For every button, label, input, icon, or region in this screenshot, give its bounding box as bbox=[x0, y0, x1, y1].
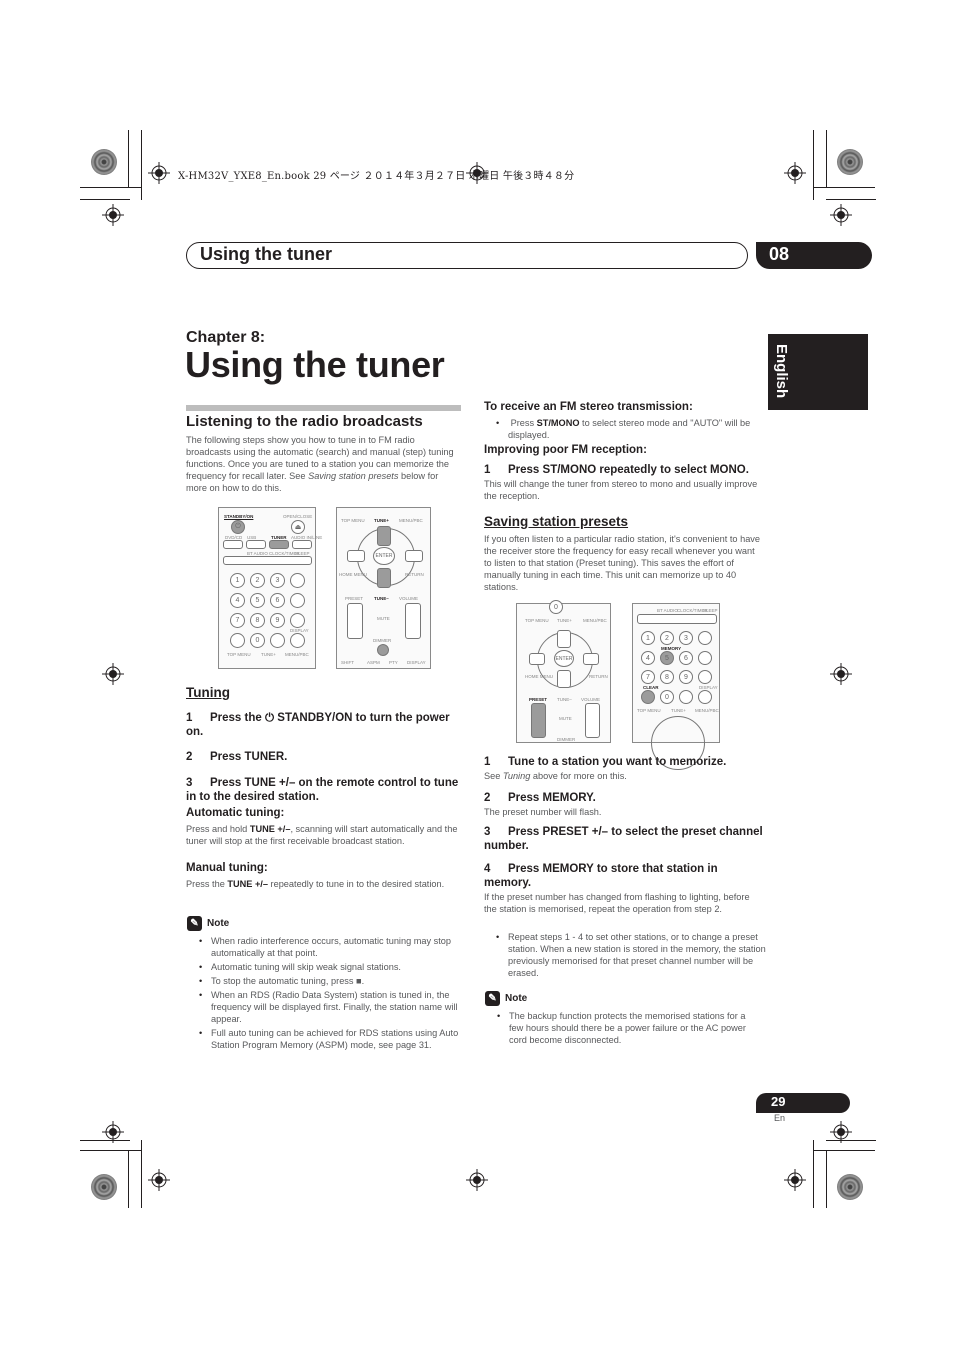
pencil-note-icon: ✎ bbox=[187, 916, 202, 931]
poor-reception-step-1: 1 Press ST/MONO repeatedly to select MONO… bbox=[484, 464, 749, 476]
registration-mark-icon bbox=[784, 162, 806, 184]
preset-step-1-note: See Tuning above for more on this. bbox=[484, 771, 627, 781]
color-rosette-icon bbox=[837, 1174, 863, 1200]
automatic-tuning-heading: Automatic tuning: bbox=[186, 807, 285, 819]
remote-right-panel: TOP MENU TUNE+ MENU/PBC ENTER HOME MENU … bbox=[336, 507, 431, 669]
remote-right-panel: BT AUDIO CLOCK/TIMER SLEEP 1 2 3 MEMORY … bbox=[632, 603, 720, 770]
automatic-tuning-text: Press and hold TUNE +/–, scanning will s… bbox=[186, 824, 458, 846]
registration-mark-icon bbox=[148, 162, 170, 184]
link-tuning[interactable]: Tuning bbox=[503, 771, 530, 781]
preset-plus-minus-button bbox=[531, 703, 546, 738]
page-language-code: En bbox=[774, 1113, 786, 1123]
page-title: Using the tuner bbox=[185, 344, 445, 385]
note-item: Full auto tuning can be achieved for RDS… bbox=[187, 1027, 462, 1051]
tuning-heading: Tuning bbox=[186, 685, 230, 700]
note-item: The backup function protects the memoris… bbox=[485, 1010, 762, 1046]
preset-step-2-note: The preset number will flash. bbox=[484, 807, 602, 817]
remote-left-panel: STANDBY/ON OPEN/CLOSE ⏻ ⏏ DVD/CD USB TUN… bbox=[218, 507, 322, 669]
chapter-number: 08 bbox=[769, 244, 790, 264]
remote-left-panel: 0 TOP MENU TUNE+ MENU/PBC ENTER HOME MEN… bbox=[516, 600, 611, 743]
standby-button: ⏻ bbox=[231, 520, 245, 534]
book-print-line: X-HM32V_YXE8_En.book 29 ページ ２０１４年３月２７日 木… bbox=[178, 171, 575, 182]
tuning-step-1: 1 Press the ⏻ STANDBY/ON to turn the powe… bbox=[186, 712, 450, 738]
registration-mark-icon bbox=[466, 1169, 488, 1191]
repeat-steps-bullet: Repeat steps 1 - 4 to set other stations… bbox=[484, 931, 785, 979]
manual-tuning-text: Press the TUNE +/– repeatedly to tune in… bbox=[186, 879, 445, 889]
preset-step-2: 2 Press MEMORY. bbox=[484, 792, 596, 804]
registration-mark-icon bbox=[102, 204, 124, 226]
section-heading-listening: Listening to the radio broadcasts bbox=[186, 413, 423, 430]
manual-tuning-heading: Manual tuning: bbox=[186, 862, 268, 874]
saving-presets-heading: Saving station presets bbox=[484, 514, 629, 529]
preset-step-3: 3 Press PRESET +/– to select the preset c… bbox=[484, 826, 763, 852]
note-box-presets: ✎ Note The backup function protects the … bbox=[485, 991, 762, 1048]
language-tab-label: English bbox=[773, 344, 790, 399]
tuning-step-2: 2 Press TUNER. bbox=[186, 751, 288, 763]
note-item: When radio interference occurs, automati… bbox=[187, 935, 462, 959]
color-rosette-icon bbox=[91, 1174, 117, 1200]
tune-minus-button bbox=[377, 568, 391, 588]
registration-mark-icon bbox=[830, 663, 852, 685]
memory-button: 5 bbox=[660, 651, 674, 665]
tuner-button bbox=[269, 540, 289, 549]
eject-button: ⏏ bbox=[291, 520, 305, 534]
section-rule bbox=[186, 405, 461, 411]
tune-plus-button bbox=[377, 526, 391, 546]
registration-mark-icon bbox=[148, 1169, 170, 1191]
pencil-note-icon: ✎ bbox=[485, 991, 500, 1006]
registration-mark-icon bbox=[784, 1169, 806, 1191]
note-item: Automatic tuning will skip weak signal s… bbox=[187, 961, 462, 973]
note-box-tuning: ✎ Note When radio interference occurs, a… bbox=[187, 916, 462, 1053]
label-standby-on: STANDBY/ON bbox=[224, 514, 254, 519]
preset-step-4-note: If the preset number has changed from fl… bbox=[484, 892, 750, 914]
registration-mark-icon bbox=[102, 663, 124, 685]
color-rosette-icon bbox=[837, 149, 863, 175]
tuning-step-3: 3 Press TUNE +/– on the remote control to… bbox=[186, 777, 459, 803]
power-icon: ⏻ bbox=[264, 712, 275, 724]
listening-intro: The following steps show you how to tune… bbox=[186, 435, 454, 493]
fm-stereo-bullet: Press ST/MONO to select stereo mode and … bbox=[484, 417, 783, 441]
clear-button bbox=[641, 690, 655, 704]
preset-step-1: 1 Tune to a station you want to memorize. bbox=[484, 756, 727, 768]
page-number: 29 bbox=[771, 1094, 786, 1109]
poor-reception-heading: Improving poor FM reception: bbox=[484, 444, 647, 456]
running-header-title: Using the tuner bbox=[200, 244, 333, 264]
note-item: To stop the automatic tuning, press ■. bbox=[187, 975, 462, 987]
fm-stereo-heading: To receive an FM stereo transmission: bbox=[484, 401, 693, 413]
registration-mark-icon bbox=[830, 1121, 852, 1143]
preset-step-4: 4 Press MEMORY to store that station in m… bbox=[484, 863, 718, 889]
registration-mark-icon bbox=[102, 1121, 124, 1143]
registration-mark-icon bbox=[830, 204, 852, 226]
color-rosette-icon bbox=[91, 149, 117, 175]
saving-presets-intro: If you often listen to a particular radi… bbox=[484, 534, 761, 592]
poor-reception-text: This will change the tuner from stereo t… bbox=[484, 479, 758, 501]
note-item: When an RDS (Radio Data System) station … bbox=[187, 989, 462, 1025]
stop-button bbox=[377, 644, 389, 656]
link-saving-station-presets[interactable]: Saving station presets bbox=[308, 471, 398, 481]
